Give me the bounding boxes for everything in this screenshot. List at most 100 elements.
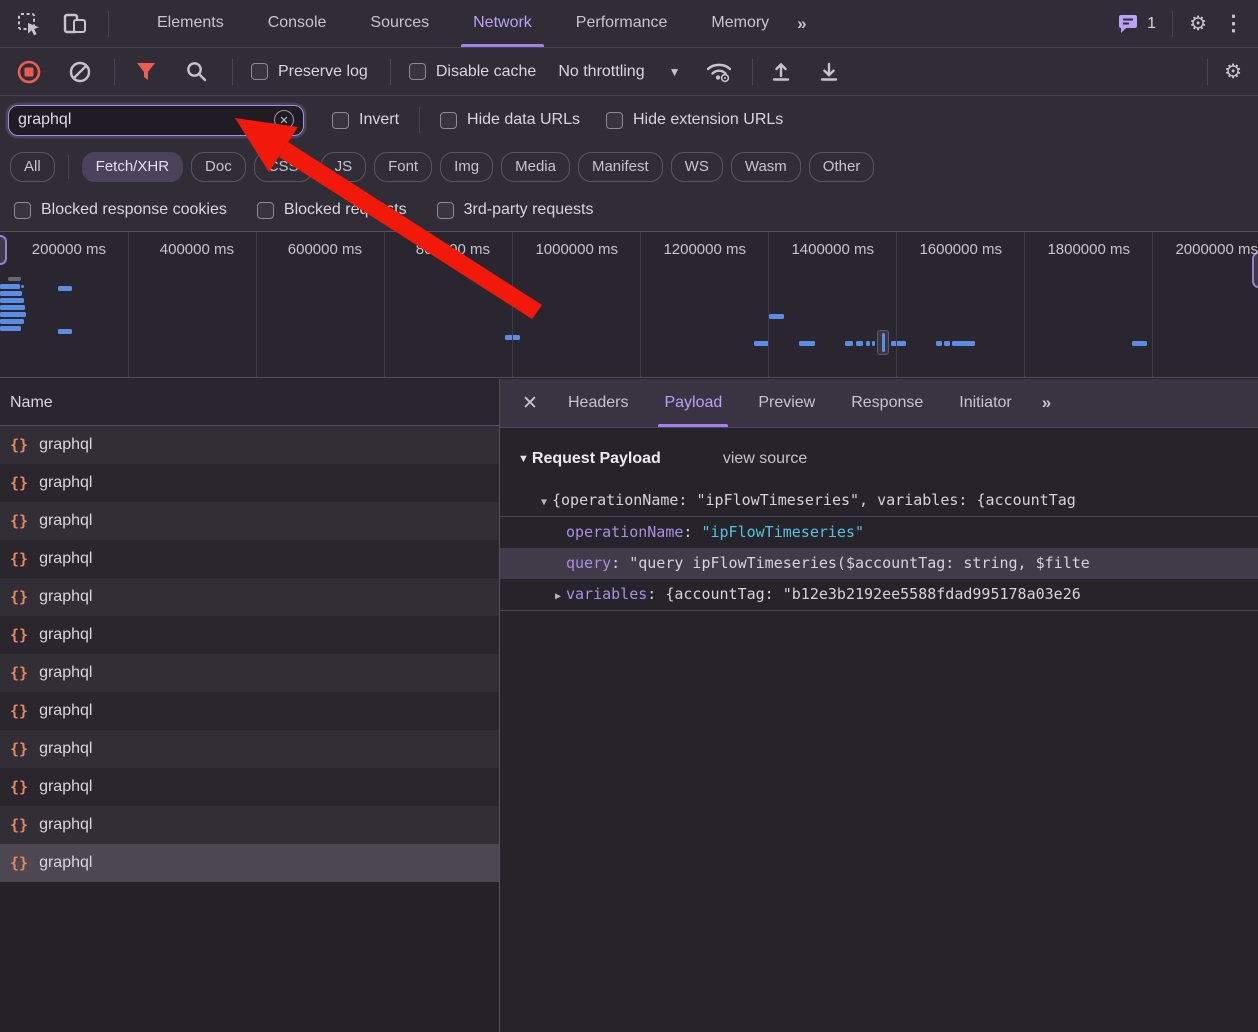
network-filter-row: graphql ✕ Invert Hide data URLs Hide ext…: [0, 96, 1258, 144]
more-tabs-icon[interactable]: »: [797, 14, 803, 34]
key-separator: :: [611, 554, 629, 572]
filter-chip-wasm[interactable]: Wasm: [731, 152, 801, 182]
tab-network[interactable]: Network: [451, 0, 554, 47]
network-settings-gear-icon[interactable]: ⚙: [1224, 62, 1242, 82]
inspect-element-icon[interactable]: [16, 11, 42, 37]
checkbox-blocked-response-cookies[interactable]: Blocked response cookies: [14, 201, 227, 219]
detail-tab-response[interactable]: Response: [833, 379, 941, 427]
network-conditions-icon[interactable]: [704, 60, 734, 84]
device-toolbar-icon[interactable]: [62, 12, 88, 36]
section-collapse-caret-icon[interactable]: ▼: [518, 453, 529, 465]
invert-checkbox[interactable]: Invert: [332, 111, 399, 129]
json-braces-icon: {}: [10, 854, 28, 872]
toolbar-divider: [1207, 59, 1208, 85]
payload-value: "query ipFlowTimeseries($accountTag: str…: [629, 554, 1090, 572]
hide-data-urls-checkbox[interactable]: Hide data URLs: [440, 111, 580, 129]
filter-chip-font[interactable]: Font: [374, 152, 432, 182]
preserve-log-checkbox[interactable]: Preserve log: [251, 63, 368, 81]
timeline-request-bar: [58, 286, 72, 291]
request-payload-section: ▼ Request Payload view source ▼{operatio…: [500, 428, 1258, 611]
filter-chip-media[interactable]: Media: [501, 152, 570, 182]
request-row[interactable]: {}graphql: [0, 654, 499, 692]
request-row[interactable]: {}graphql: [0, 692, 499, 730]
tab-console[interactable]: Console: [246, 0, 349, 47]
record-network-log-icon[interactable]: [16, 59, 42, 85]
request-row[interactable]: {}graphql: [0, 844, 499, 882]
toolbar-divider: [752, 59, 753, 85]
json-braces-icon: {}: [10, 664, 28, 682]
devtools-window: ElementsConsoleSourcesNetworkPerformance…: [0, 0, 1258, 1032]
tab-memory[interactable]: Memory: [689, 0, 791, 47]
filter-chip-ws[interactable]: WS: [671, 152, 723, 182]
checkbox-blocked-requests[interactable]: Blocked requests: [257, 201, 407, 219]
name-column-header[interactable]: Name: [0, 379, 499, 426]
throttling-select[interactable]: No throttling: [558, 63, 644, 81]
filter-chip-manifest[interactable]: Manifest: [578, 152, 663, 182]
more-options-icon[interactable]: ⋮: [1223, 11, 1244, 36]
filter-text-input[interactable]: graphql ✕: [8, 105, 304, 136]
filter-input-value: graphql: [18, 111, 71, 129]
devtools-main-tabbar: ElementsConsoleSourcesNetworkPerformance…: [0, 0, 1258, 48]
settings-gear-icon[interactable]: ⚙: [1189, 14, 1207, 34]
request-name: graphql: [39, 436, 92, 454]
disable-cache-checkbox[interactable]: Disable cache: [409, 63, 537, 81]
request-row[interactable]: {}graphql: [0, 578, 499, 616]
hide-extension-urls-checkbox[interactable]: Hide extension URLs: [606, 111, 783, 129]
clear-filter-icon[interactable]: ✕: [274, 110, 294, 130]
filter-chip-img[interactable]: Img: [440, 152, 493, 182]
more-detail-tabs-icon[interactable]: »: [1042, 393, 1048, 413]
request-row[interactable]: {}graphql: [0, 768, 499, 806]
expand-caret-icon[interactable]: ▼: [536, 487, 552, 516]
search-icon[interactable]: [185, 60, 208, 83]
request-row[interactable]: {}graphql: [0, 616, 499, 654]
timeline-tick-label: 600000 ms: [232, 241, 362, 258]
details-tabs: HeadersPayloadPreviewResponseInitiator: [550, 379, 1030, 427]
request-row[interactable]: {}graphql: [0, 502, 499, 540]
filter-icon[interactable]: [135, 62, 157, 82]
detail-tab-initiator[interactable]: Initiator: [941, 379, 1029, 427]
json-braces-icon: {}: [10, 626, 28, 644]
filter-chip-js[interactable]: JS: [321, 152, 367, 182]
tab-performance[interactable]: Performance: [554, 0, 690, 47]
clear-network-log-icon[interactable]: [68, 60, 92, 84]
request-name: graphql: [39, 512, 92, 530]
issues-counter[interactable]: 1: [1118, 13, 1156, 34]
invert-label: Invert: [359, 111, 399, 129]
request-row[interactable]: {} graphql: [0, 426, 499, 464]
checkbox-3rd-party-requests[interactable]: 3rd-party requests: [437, 201, 594, 219]
throttling-dropdown-caret-icon[interactable]: ▼: [669, 65, 681, 79]
payload-summary-row[interactable]: ▼{operationName: "ipFlowTimeseries", var…: [500, 485, 1258, 516]
network-overview-timeline[interactable]: 200000 ms400000 ms600000 ms800000 ms1000…: [0, 232, 1258, 378]
request-row[interactable]: {}graphql: [0, 464, 499, 502]
payload-row-operation-name[interactable]: operationName: "ipFlowTimeseries": [500, 517, 1258, 548]
filter-chip-doc[interactable]: Doc: [191, 152, 246, 182]
import-har-icon[interactable]: [769, 60, 793, 84]
details-tabbar: ✕ HeadersPayloadPreviewResponseInitiator…: [500, 379, 1258, 428]
view-source-link[interactable]: view source: [723, 450, 807, 468]
payload-row-variables[interactable]: ▶variables: {accountTag: "b12e3b2192ee55…: [500, 579, 1258, 610]
timeline-request-bar: [1132, 341, 1147, 346]
filter-chip-all[interactable]: All: [10, 152, 55, 182]
filter-chip-css[interactable]: CSS: [254, 152, 313, 182]
timeline-request-bar: [0, 326, 21, 331]
disable-cache-label: Disable cache: [436, 63, 537, 81]
expand-caret-icon[interactable]: ▶: [550, 581, 566, 610]
request-row[interactable]: {}graphql: [0, 540, 499, 578]
request-row[interactable]: {}graphql: [0, 730, 499, 768]
request-details-panel: ✕ HeadersPayloadPreviewResponseInitiator…: [500, 379, 1258, 1032]
detail-tab-payload[interactable]: Payload: [646, 379, 740, 427]
issues-bubble-icon: [1118, 13, 1140, 34]
timeline-request-bar: [845, 341, 853, 346]
tab-elements[interactable]: Elements: [135, 0, 246, 47]
json-braces-icon: {}: [10, 436, 28, 454]
close-details-icon[interactable]: ✕: [510, 392, 550, 415]
request-row[interactable]: {}graphql: [0, 806, 499, 844]
filter-chip-fetch-xhr[interactable]: Fetch/XHR: [82, 152, 183, 182]
tab-sources[interactable]: Sources: [348, 0, 451, 47]
filter-chip-other[interactable]: Other: [809, 152, 875, 182]
detail-tab-headers[interactable]: Headers: [550, 379, 646, 427]
json-braces-icon: {}: [10, 816, 28, 834]
detail-tab-preview[interactable]: Preview: [740, 379, 833, 427]
payload-row-query[interactable]: query: "query ipFlowTimeseries($accountT…: [500, 548, 1258, 579]
export-har-icon[interactable]: [817, 60, 841, 84]
